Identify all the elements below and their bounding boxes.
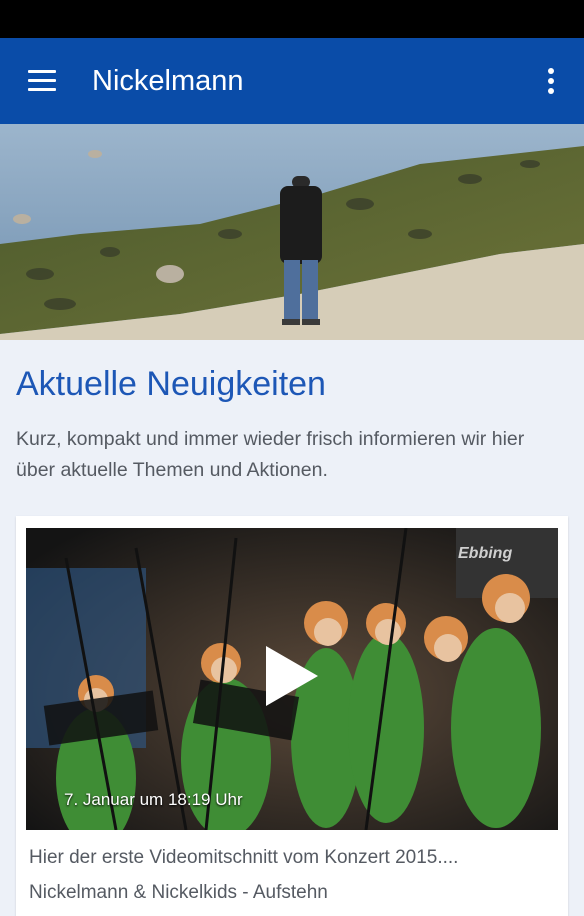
app-title: Nickelmann: [92, 65, 244, 97]
post-subtitle: Nickelmann & Nickelkids - Aufstehn: [29, 882, 328, 903]
status-bar: [0, 0, 584, 38]
video-date: 7. Januar um 18:19 Uhr: [64, 790, 243, 809]
hero-image: [0, 124, 584, 340]
svg-text:Ebbing: Ebbing: [458, 545, 512, 562]
news-card[interactable]: Ebbing 7. Januar um 18:19 Uhr Hier der e…: [16, 516, 568, 916]
section-heading: Aktuelle Neuigkeiten: [16, 365, 326, 403]
video-thumbnail[interactable]: Ebbing 7. Januar um 18:19 Uhr: [26, 528, 558, 830]
app-bar: Nickelmann: [0, 38, 584, 124]
more-vert-icon[interactable]: [536, 61, 566, 101]
post-description: Hier der erste Videomitschnitt vom Konze…: [29, 847, 459, 868]
section-intro: Kurz, kompakt und immer wieder frisch in…: [16, 428, 525, 481]
hamburger-menu-icon[interactable]: [20, 61, 64, 101]
